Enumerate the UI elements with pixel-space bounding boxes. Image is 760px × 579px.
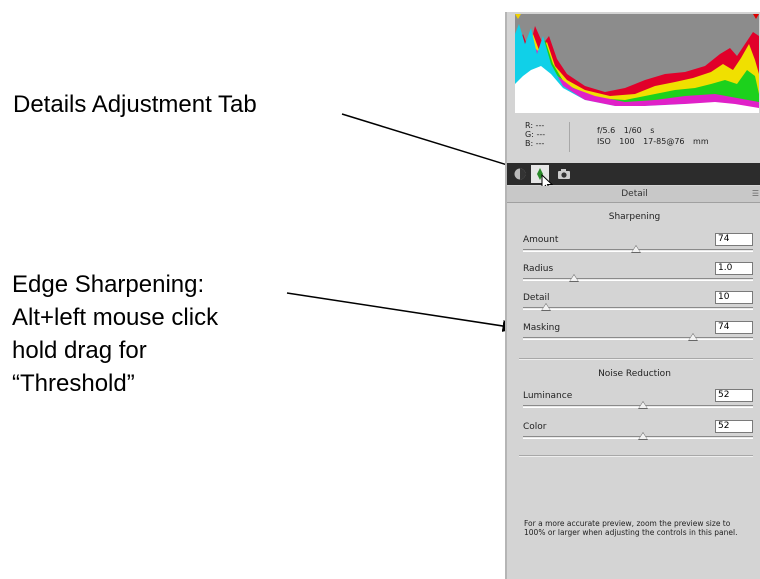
basic-tab-icon xyxy=(514,168,526,180)
panel-title: Detail xyxy=(621,189,648,199)
slider-luminance: Luminance 52 xyxy=(523,389,753,415)
radius-input[interactable]: 1.0 xyxy=(715,262,753,275)
slider-label: Detail xyxy=(523,293,550,303)
luminance-track[interactable] xyxy=(523,401,753,409)
slider-radius: Radius 1.0 xyxy=(523,262,753,288)
slider-label: Radius xyxy=(523,264,554,274)
radius-thumb[interactable] xyxy=(568,274,579,282)
camera-calibration-icon xyxy=(558,169,570,179)
masking-thumb[interactable] xyxy=(688,333,699,341)
luminance-thumb[interactable] xyxy=(637,401,648,409)
slider-label: Amount xyxy=(523,235,559,245)
r-readout: R: --- xyxy=(525,121,545,130)
section-divider xyxy=(519,358,753,360)
exposure-info: f/5.6 1/60 s ISO 100 17-85@76 mm xyxy=(597,125,709,147)
detail-input[interactable]: 10 xyxy=(715,291,753,304)
color-track[interactable] xyxy=(523,432,753,440)
amount-thumb[interactable] xyxy=(630,245,641,253)
histogram-graph xyxy=(515,14,759,113)
slider-detail: Detail 10 xyxy=(523,291,753,317)
amount-input[interactable]: 74 xyxy=(715,233,753,246)
rgb-readout: R: --- G: --- B: --- xyxy=(525,121,545,148)
color-input[interactable]: 52 xyxy=(715,420,753,433)
slider-label: Color xyxy=(523,422,547,432)
arrow-to-detail-tab xyxy=(341,113,532,174)
color-thumb[interactable] xyxy=(637,432,648,440)
g-readout: G: --- xyxy=(525,130,546,139)
tab-camera-calibration[interactable] xyxy=(555,165,573,183)
radius-track[interactable] xyxy=(523,274,753,282)
amount-track[interactable] xyxy=(523,245,753,253)
info-divider xyxy=(569,122,570,152)
tab-basic[interactable] xyxy=(511,165,529,183)
detail-track[interactable] xyxy=(523,303,753,311)
iso-lens: ISO 100 17-85@76 mm xyxy=(597,137,709,146)
sharpening-title: Sharpening xyxy=(608,212,661,222)
slider-masking: Masking 74 xyxy=(523,321,753,347)
aperture-shutter: f/5.6 1/60 s xyxy=(597,126,655,135)
b-readout: B: --- xyxy=(525,139,545,148)
slider-label: Masking xyxy=(523,323,561,333)
noise-reduction-title: Noise Reduction xyxy=(598,369,671,379)
panel-menu-icon[interactable]: ☰ xyxy=(752,186,759,202)
histogram xyxy=(515,14,759,113)
detail-thumb[interactable] xyxy=(541,303,551,311)
arrow-to-masking xyxy=(286,292,518,332)
luminance-input[interactable]: 52 xyxy=(715,389,753,402)
masking-input[interactable]: 74 xyxy=(715,321,753,334)
camera-info: R: --- G: --- B: --- f/5.6 1/60 s ISO 10… xyxy=(507,116,760,162)
masking-track[interactable] xyxy=(523,333,753,341)
preview-note: For a more accurate preview, zoom the pr… xyxy=(524,519,738,537)
section-divider xyxy=(519,455,753,457)
slider-color: Color 52 xyxy=(523,420,753,446)
slider-amount: Amount 74 xyxy=(523,233,753,259)
slider-label: Luminance xyxy=(523,391,573,401)
camera-raw-panel: R: --- G: --- B: --- f/5.6 1/60 s ISO 10… xyxy=(505,12,760,579)
panel-header: Detail ☰ xyxy=(507,186,760,203)
